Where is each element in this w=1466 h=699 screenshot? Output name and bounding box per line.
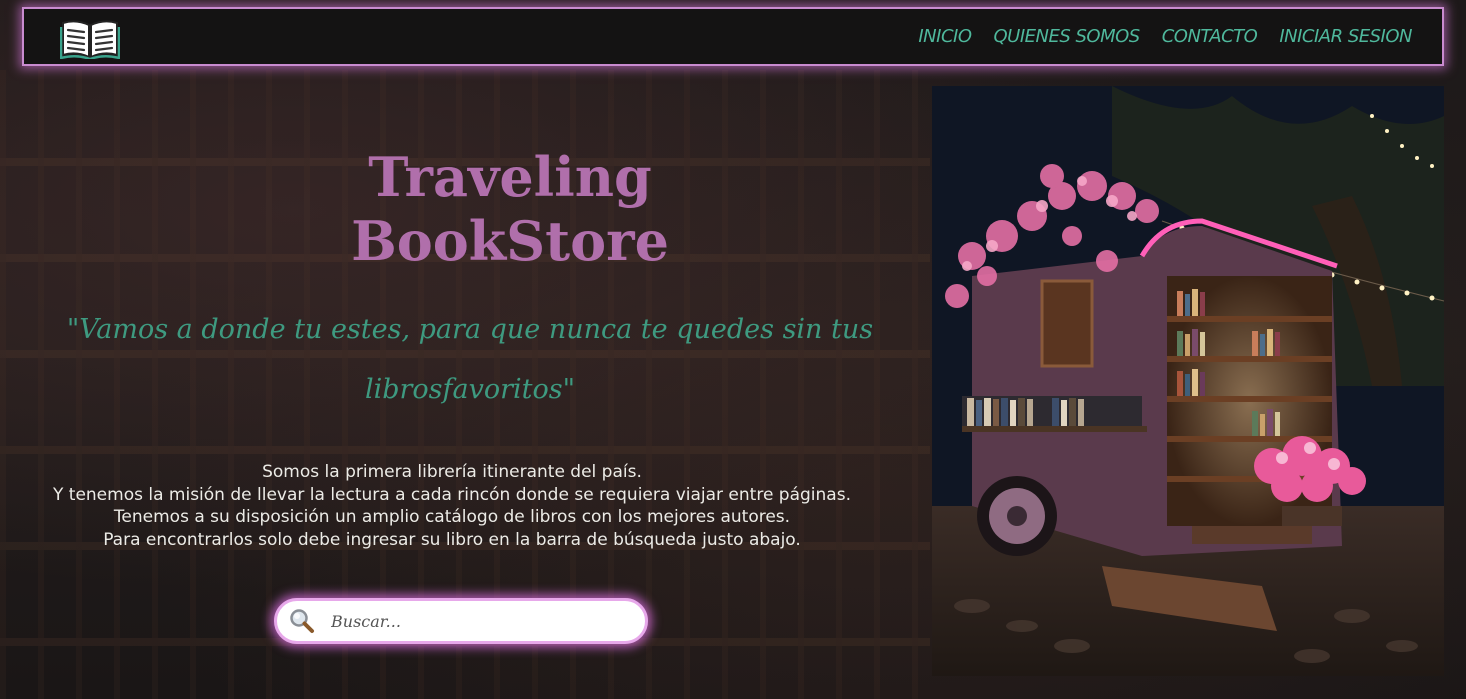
slogan: "Vamos a donde tu estes, para que nunca … xyxy=(66,314,874,405)
title-line-2: BookStore xyxy=(351,209,669,273)
search-input[interactable] xyxy=(329,610,623,632)
description-line-2: Y tenemos la misión de llevar la lectura… xyxy=(53,484,851,505)
page-title: Traveling BookStore xyxy=(200,145,820,273)
description-line-4: Para encontrarlos solo debe ingresar su … xyxy=(103,529,801,550)
description-line-1: Somos la primera librería itinerante del… xyxy=(262,462,642,482)
page: INICIO QUIENES SOMOS CONTACTO INICIAR SE… xyxy=(0,0,1466,699)
nav-link-iniciar-sesion[interactable]: INICIAR SESION xyxy=(1279,26,1412,47)
bookstore-trailer-illustration xyxy=(932,86,1444,676)
nav-links: INICIO QUIENES SOMOS CONTACTO INICIAR SE… xyxy=(918,9,1412,64)
nav-link-inicio[interactable]: INICIO xyxy=(918,26,972,47)
nav-link-contacto[interactable]: CONTACTO xyxy=(1162,26,1258,47)
description: Somos la primera librería itinerante del… xyxy=(0,461,904,551)
magnifier-icon[interactable] xyxy=(289,608,315,634)
nav-link-quienes-somos[interactable]: QUIENES SOMOS xyxy=(994,26,1141,47)
search-bar[interactable] xyxy=(274,598,648,644)
description-line-3: Tenemos a su disposición un amplio catál… xyxy=(113,507,791,527)
title-line-1: Traveling xyxy=(368,145,652,209)
open-book-icon[interactable] xyxy=(59,15,121,61)
navbar: INICIO QUIENES SOMOS CONTACTO INICIAR SE… xyxy=(22,7,1444,66)
